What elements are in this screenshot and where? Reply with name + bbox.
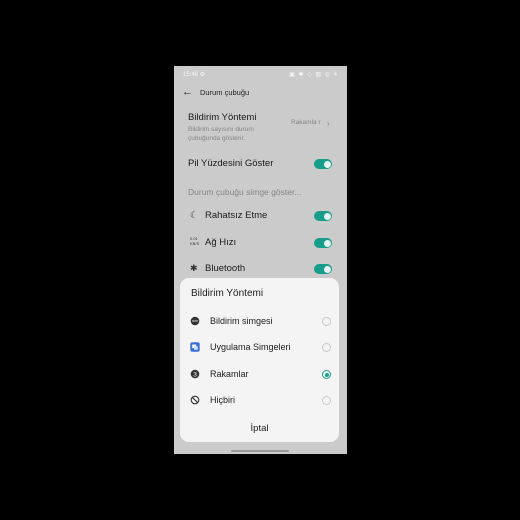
option-label: Hiçbiri	[210, 395, 236, 405]
option-label: Rakamlar	[210, 369, 249, 379]
svg-text:3: 3	[193, 371, 197, 378]
ban-icon	[190, 395, 200, 405]
option-app-icons[interactable]: Uygulama Simgeleri	[180, 339, 339, 359]
option-numbers[interactable]: 3 Rakamlar	[180, 366, 339, 386]
notification-method-sheet: Bildirim Yöntemi Bildirim simgesi Uygula…	[180, 278, 339, 442]
radio-button[interactable]	[322, 317, 331, 326]
option-label: Uygulama Simgeleri	[210, 342, 291, 352]
chat-bubble-icon	[190, 316, 200, 326]
sheet-title: Bildirim Yöntemi	[191, 288, 264, 299]
number-badge-icon: 3	[190, 369, 200, 379]
radio-button-selected[interactable]	[322, 370, 331, 379]
cancel-button[interactable]: İptal	[180, 423, 339, 434]
option-notification-icon[interactable]: Bildirim simgesi	[180, 313, 339, 333]
radio-button[interactable]	[322, 343, 331, 352]
option-none[interactable]: Hiçbiri	[180, 392, 339, 412]
option-label: Bildirim simgesi	[210, 316, 273, 326]
radio-button[interactable]	[322, 396, 331, 405]
home-indicator[interactable]	[231, 450, 289, 452]
app-icons-icon	[190, 342, 200, 352]
